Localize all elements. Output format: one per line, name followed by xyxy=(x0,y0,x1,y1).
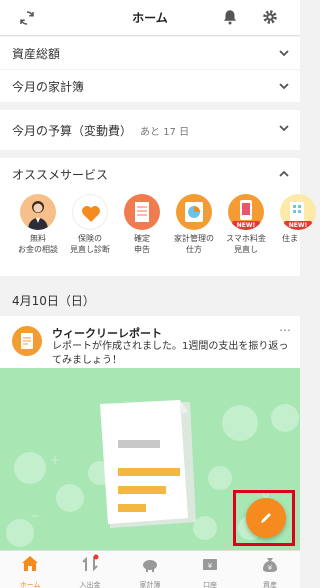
service-label: 住ま xyxy=(282,234,298,243)
report-text: レポートが作成されました。1週間の支出を振り返ってみましょう！ xyxy=(52,341,289,366)
tab-label: 口座 xyxy=(203,581,217,588)
recommended-services: オススメサービス 無料 お金の相談 保険の 見直し診断 確定 申告 家計管理の … xyxy=(0,158,316,276)
svg-text:−: − xyxy=(30,509,40,523)
budget-label: 今月の予算（変動費） xyxy=(12,123,133,138)
budget-row[interactable]: 今月の予算（変動費） あと 17 日 xyxy=(0,110,300,150)
new-badge: NEW! xyxy=(284,221,312,230)
chevron-up-icon[interactable] xyxy=(278,168,290,180)
tab-household-book[interactable]: 家計簿 xyxy=(120,554,180,588)
date-heading: 4月10日（日） xyxy=(12,294,95,308)
chevron-down-icon xyxy=(279,83,289,90)
transfer-icon xyxy=(82,554,99,572)
service-insurance[interactable]: 保険の 見直し診断 xyxy=(64,194,116,255)
tab-label: 入出金 xyxy=(79,581,101,588)
svg-text:¥: ¥ xyxy=(208,562,213,570)
service-label: 確定 申告 xyxy=(134,234,150,254)
wallet-icon: ¥ xyxy=(203,559,217,570)
tab-label: ホーム xyxy=(19,581,41,588)
svg-text:+: + xyxy=(50,453,60,467)
service-housing[interactable]: NEW! 住ま xyxy=(272,194,320,244)
service-consultation[interactable]: 無料 お金の相談 xyxy=(12,194,64,255)
service-label: スマホ料金 見直し xyxy=(226,234,266,254)
tab-home[interactable]: ホーム xyxy=(0,554,60,588)
gear-icon[interactable] xyxy=(261,8,279,26)
tab-accounts[interactable]: ¥ 口座 xyxy=(180,554,240,588)
budget-days-left: あと 17 日 xyxy=(140,126,190,138)
sync-icon[interactable] xyxy=(18,9,36,27)
service-label: 保険の 見直し診断 xyxy=(70,234,110,254)
service-phone-plan[interactable]: NEW! スマホ料金 見直し xyxy=(220,194,272,255)
service-label: 無料 お金の相談 xyxy=(18,234,58,254)
tab-label: 資産 xyxy=(263,581,277,588)
heart-icon xyxy=(72,194,108,230)
monthly-book-row[interactable]: 今月の家計簿 xyxy=(0,70,300,102)
document-icon xyxy=(124,194,160,230)
weekly-report-card[interactable]: ウィークリーレポート レポートが作成されました。1週間の支出を振り返ってみましょ… xyxy=(0,316,300,368)
report-icon xyxy=(12,326,42,356)
monthly-book-label: 今月の家計簿 xyxy=(12,79,85,94)
home-icon xyxy=(22,556,38,571)
smartphone-icon: NEW! xyxy=(228,194,264,230)
pie-chart-icon xyxy=(176,194,212,230)
tab-assets[interactable]: ¥ 資産 xyxy=(240,554,300,588)
services-heading: オススメサービス xyxy=(12,168,109,182)
new-badge: NEW! xyxy=(232,221,260,230)
service-household-management[interactable]: 家計管理の 仕方 xyxy=(168,194,220,255)
assets-label: 資産総額 xyxy=(12,46,61,61)
piggy-bank-icon xyxy=(143,560,157,572)
add-entry-button[interactable] xyxy=(246,498,286,538)
more-options-icon[interactable]: … xyxy=(279,320,292,334)
bottom-tab-bar: ホーム 入出金 家計簿 ¥ 口座 ¥ 資産 xyxy=(0,550,300,588)
tab-label: 家計簿 xyxy=(139,581,161,588)
advisor-icon xyxy=(20,194,56,230)
app-header: ホーム xyxy=(0,0,300,36)
chevron-down-icon xyxy=(279,50,289,57)
assets-row[interactable]: 資産総額 xyxy=(0,37,300,69)
money-bag-icon: ¥ xyxy=(263,558,277,572)
pencil-icon xyxy=(261,513,271,523)
svg-text:¥: ¥ xyxy=(268,564,273,572)
fab-highlight xyxy=(233,490,295,546)
page-title: ホーム xyxy=(132,11,168,25)
bell-icon[interactable] xyxy=(221,8,239,26)
chevron-down-icon xyxy=(279,125,289,132)
tab-transactions[interactable]: 入出金 xyxy=(60,554,120,588)
report-title: ウィークリーレポート xyxy=(52,327,162,340)
building-icon: NEW! xyxy=(280,194,316,230)
service-label: 家計管理の 仕方 xyxy=(174,234,214,254)
service-tax-return[interactable]: 確定 申告 xyxy=(116,194,168,255)
